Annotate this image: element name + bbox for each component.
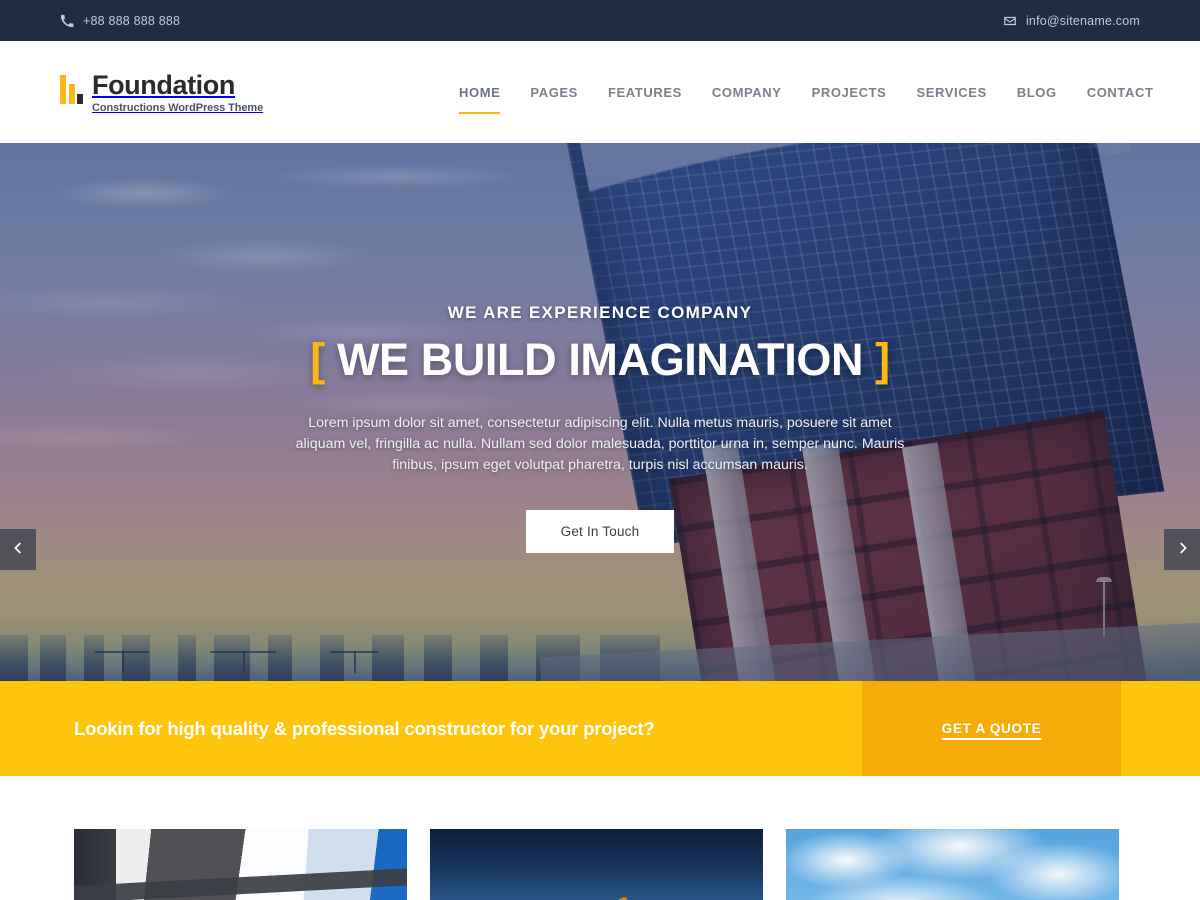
topbar-phone-text: +88 888 888 888 [83, 13, 181, 28]
brand-logo[interactable]: Foundation Constructions WordPress Theme [60, 70, 263, 115]
nav-item-services[interactable]: SERVICES [901, 75, 1001, 110]
feature-card[interactable] [786, 829, 1119, 900]
slider-next-button[interactable] [1164, 529, 1200, 570]
hero-paragraph: Lorem ipsum dolor sit amet, consectetur … [295, 415, 905, 473]
nav-item-blog[interactable]: BLOG [1002, 75, 1072, 110]
main-navigation: HOME PAGES FEATURES COMPANY PROJECTS SER… [444, 41, 1169, 143]
envelope-icon [1003, 14, 1017, 28]
topbar-phone[interactable]: +88 888 888 888 [60, 14, 180, 28]
nav-item-company[interactable]: COMPANY [697, 75, 797, 110]
top-bar: +88 888 888 888 info@sitename.com [0, 0, 1200, 41]
topbar-email[interactable]: info@sitename.com [1003, 14, 1140, 28]
hero-title-text: WE BUILD IMAGINATION [336, 334, 864, 385]
cta-headline: Lookin for high quality & professional c… [74, 717, 655, 739]
brand-tagline: Constructions WordPress Theme [92, 101, 264, 114]
feature-card[interactable] [74, 829, 407, 900]
hero-slider: WE ARE EXPERIENCE COMPANY [ WE BUILD IMA… [0, 143, 1200, 681]
feature-card-row: Constructions [0, 776, 1200, 900]
nav-item-projects[interactable]: PROJECTS [797, 75, 902, 110]
feature-card[interactable]: Constructions [430, 829, 763, 900]
nav-item-contact[interactable]: CONTACT [1072, 75, 1169, 110]
hero-title: [ WE BUILD IMAGINATION ] [310, 334, 890, 386]
brand-name: Foundation [92, 69, 235, 100]
hero-bracket-right: ] [875, 334, 890, 385]
hero-content: WE ARE EXPERIENCE COMPANY [ WE BUILD IMA… [0, 143, 1200, 681]
get-a-quote-link[interactable]: GET A QUOTE [862, 681, 1121, 776]
cta-banner: Lookin for high quality & professional c… [0, 681, 1200, 776]
site-header: Foundation Constructions WordPress Theme… [0, 41, 1200, 143]
topbar-email-text: info@sitename.com [1025, 13, 1140, 28]
hero-subtitle: WE ARE EXPERIENCE COMPANY [447, 303, 753, 322]
nav-item-home[interactable]: HOME [444, 75, 515, 114]
get-in-touch-button[interactable]: Get In Touch [526, 510, 674, 553]
nav-item-features[interactable]: FEATURES [593, 75, 697, 110]
nav-item-pages[interactable]: PAGES [515, 75, 593, 110]
chevron-right-icon [1175, 539, 1190, 560]
hero-bracket-left: [ [310, 334, 325, 385]
phone-icon [60, 14, 74, 28]
chevron-left-icon [11, 539, 26, 560]
bar-chart-logo-icon [60, 74, 83, 104]
slider-prev-button[interactable] [0, 529, 36, 570]
